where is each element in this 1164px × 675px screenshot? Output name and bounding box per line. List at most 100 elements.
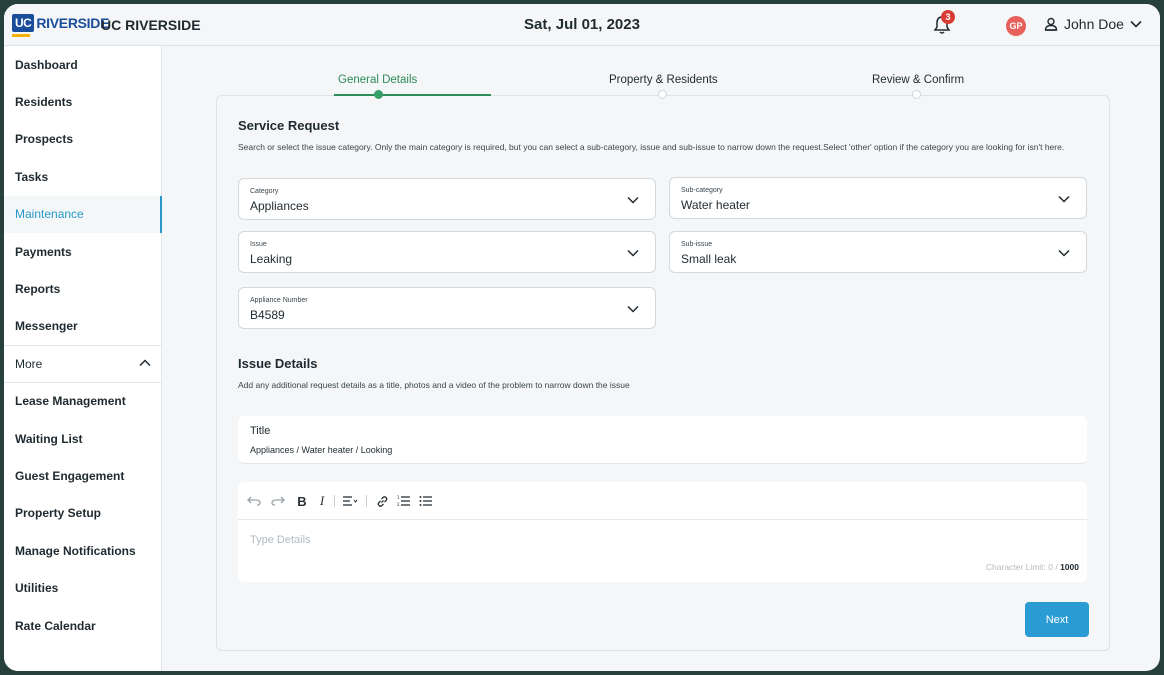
sidebar-item-label: Dashboard bbox=[15, 57, 78, 72]
logo-wordmark: RIVERSIDE bbox=[36, 15, 110, 31]
step-pending-dot bbox=[912, 90, 921, 99]
field-value: Small leak bbox=[681, 252, 737, 266]
svg-text:2: 2 bbox=[397, 502, 400, 507]
avatar[interactable]: GP bbox=[1006, 16, 1026, 36]
sidebar-item-lease-management[interactable]: Lease Management bbox=[4, 383, 161, 420]
sub-category-select[interactable]: Sub-category Water heater bbox=[669, 177, 1087, 219]
sidebar-more-label: More bbox=[15, 356, 43, 371]
chevron-down-icon bbox=[627, 196, 639, 204]
sidebar-item-utilities[interactable]: Utilities bbox=[4, 569, 161, 606]
sidebar-item-label: Payments bbox=[15, 244, 72, 259]
organization-name: UC RIVERSIDE bbox=[101, 17, 201, 33]
step-general-details[interactable]: General Details bbox=[338, 74, 417, 86]
toolbar-divider bbox=[334, 495, 335, 507]
chevron-down-icon bbox=[627, 305, 639, 313]
bold-icon[interactable]: B bbox=[294, 493, 310, 509]
sidebar-more-toggle[interactable]: More bbox=[4, 345, 161, 383]
issue-details-title: Issue Details bbox=[238, 356, 318, 371]
italic-icon[interactable]: I bbox=[314, 493, 330, 509]
field-value: B4589 bbox=[250, 308, 285, 322]
step-pending-dot bbox=[658, 90, 667, 99]
character-limit-label: Character Limit: 0 / bbox=[985, 562, 1058, 572]
sub-issue-select[interactable]: Sub-issue Small leak bbox=[669, 231, 1087, 273]
character-limit-max: 1000 bbox=[1060, 562, 1079, 572]
sidebar-item-tasks[interactable]: Tasks bbox=[4, 158, 161, 195]
character-limit: Character Limit: 0 / 1000 bbox=[986, 562, 1079, 572]
field-label: Category bbox=[250, 188, 279, 195]
sidebar-item-label: Rate Calendar bbox=[15, 618, 96, 633]
issue-details-description: Add any additional request details as a … bbox=[238, 380, 630, 390]
sidebar-item-label: Maintenance bbox=[15, 207, 84, 222]
sidebar-item-label: Lease Management bbox=[15, 394, 126, 409]
step-complete-icon bbox=[374, 90, 383, 99]
next-button[interactable]: Next bbox=[1025, 602, 1089, 637]
sidebar-item-payments[interactable]: Payments bbox=[4, 233, 161, 270]
logo-underline bbox=[12, 34, 30, 37]
field-value: Water heater bbox=[681, 198, 750, 212]
svg-text:1: 1 bbox=[397, 495, 400, 500]
field-value: Appliances bbox=[250, 199, 309, 213]
sidebar-item-label: Tasks bbox=[15, 169, 49, 184]
app-window: UC RIVERSIDE UC RIVERSIDE Sat, Jul 01, 2… bbox=[4, 4, 1160, 671]
step-property-residents[interactable]: Property & Residents bbox=[609, 74, 718, 86]
title-field-value: Appliances / Water heater / Looking bbox=[250, 445, 393, 455]
sidebar-item-label: Utilities bbox=[15, 581, 59, 596]
brand-logo[interactable]: UC RIVERSIDE bbox=[12, 14, 110, 37]
step-review-confirm[interactable]: Review & Confirm bbox=[872, 74, 964, 86]
user-menu[interactable]: John Doe bbox=[1044, 16, 1142, 32]
field-label: Sub-issue bbox=[681, 241, 713, 248]
editor-placeholder: Type Details bbox=[250, 534, 311, 546]
sidebar-item-manage-notifications[interactable]: Manage Notifications bbox=[4, 532, 161, 569]
issue-select[interactable]: Issue Leaking bbox=[238, 231, 656, 273]
numbered-list-icon[interactable]: 12 bbox=[396, 493, 412, 509]
sidebar-item-label: Property Setup bbox=[15, 506, 102, 521]
sidebar-item-maintenance[interactable]: Maintenance bbox=[4, 195, 162, 234]
title-field[interactable]: Title Appliances / Water heater / Lookin… bbox=[238, 416, 1087, 464]
top-bar: UC RIVERSIDE UC RIVERSIDE Sat, Jul 01, 2… bbox=[4, 4, 1160, 46]
chevron-down-icon bbox=[627, 249, 639, 257]
sidebar-item-guest-engagement[interactable]: Guest Engagement bbox=[4, 457, 161, 494]
link-icon[interactable] bbox=[374, 493, 390, 509]
sidebar-item-messenger[interactable]: Messenger bbox=[4, 308, 161, 345]
sidebar-item-label: Prospects bbox=[15, 132, 74, 147]
editor-toolbar: B I 12 bbox=[238, 482, 1087, 520]
chevron-up-icon bbox=[139, 359, 151, 367]
step-progress-line bbox=[334, 94, 491, 96]
sidebar-item-label: Messenger bbox=[15, 319, 78, 334]
appliance-number-select[interactable]: Appliance Number B4589 bbox=[238, 287, 656, 329]
sidebar-item-dashboard[interactable]: Dashboard bbox=[4, 46, 161, 83]
sidebar-item-prospects[interactable]: Prospects bbox=[4, 121, 161, 158]
undo-icon[interactable] bbox=[246, 493, 262, 509]
sidebar: Dashboard Residents Prospects Tasks Main… bbox=[4, 46, 162, 671]
chevron-down-icon bbox=[1058, 249, 1070, 257]
sidebar-item-label: Manage Notifications bbox=[15, 543, 136, 558]
redo-icon[interactable] bbox=[270, 493, 286, 509]
chevron-down-icon bbox=[1058, 195, 1070, 203]
sidebar-item-label: Guest Engagement bbox=[15, 468, 125, 483]
sidebar-item-property-setup[interactable]: Property Setup bbox=[4, 495, 161, 532]
logo-uc-mark: UC bbox=[12, 14, 35, 32]
sidebar-item-waiting-list[interactable]: Waiting List bbox=[4, 420, 161, 457]
sidebar-item-rate-calendar[interactable]: Rate Calendar bbox=[4, 607, 161, 644]
sidebar-item-label: Residents bbox=[15, 95, 73, 110]
service-request-description: Search or select the issue category. Onl… bbox=[238, 142, 1065, 152]
bullet-list-icon[interactable] bbox=[418, 493, 434, 509]
field-label: Issue bbox=[250, 241, 267, 248]
sidebar-item-label: Reports bbox=[15, 282, 61, 297]
user-icon bbox=[1044, 17, 1058, 31]
field-label: Sub-category bbox=[681, 187, 723, 194]
details-editor[interactable]: B I 12 Type Details Character Limit: 0 /… bbox=[238, 482, 1087, 582]
user-name: John Doe bbox=[1064, 16, 1124, 32]
sidebar-item-reports[interactable]: Reports bbox=[4, 270, 161, 307]
field-value: Leaking bbox=[250, 252, 293, 266]
stepper: General Details Property & Residents Rev… bbox=[216, 74, 1110, 99]
chevron-down-icon bbox=[1130, 20, 1142, 28]
notification-count-badge: 3 bbox=[941, 10, 955, 24]
field-label: Appliance Number bbox=[250, 297, 308, 304]
align-icon[interactable] bbox=[342, 493, 358, 509]
toolbar-divider bbox=[366, 495, 367, 507]
sidebar-item-residents[interactable]: Residents bbox=[4, 83, 161, 120]
sidebar-item-label: Waiting List bbox=[15, 431, 83, 446]
category-select[interactable]: Category Appliances bbox=[238, 178, 656, 220]
service-request-title: Service Request bbox=[238, 118, 340, 133]
